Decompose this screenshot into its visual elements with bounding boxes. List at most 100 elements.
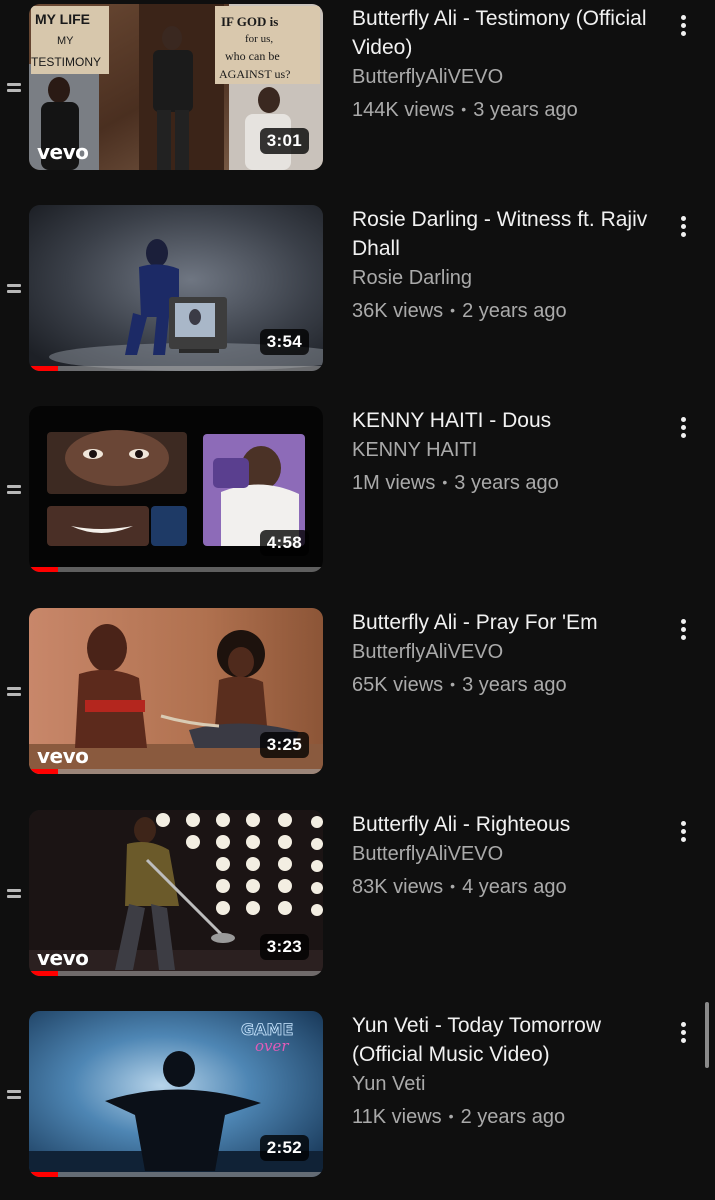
more-dot bbox=[681, 1038, 686, 1043]
playlist-item[interactable]: 4:58 KENNY HAITI - Dous KENNY HAITI 1M v… bbox=[0, 406, 715, 576]
view-count: 1M views bbox=[352, 472, 436, 494]
view-count: 11K views bbox=[352, 1106, 442, 1128]
more-vertical-icon bbox=[681, 821, 686, 826]
playlist-item[interactable]: GAME over 2:52 Yun Veti - Today Tomorrow… bbox=[0, 1011, 715, 1181]
playlist-item[interactable]: 3:54 Rosie Darling - Witness ft. Rajiv D… bbox=[0, 205, 715, 375]
more-options-button[interactable] bbox=[670, 1019, 696, 1049]
video-meta: Butterfly Ali - Pray For 'Em ButterflyAl… bbox=[352, 608, 652, 702]
channel-name[interactable]: KENNY HAITI bbox=[352, 435, 652, 465]
video-title[interactable]: Yun Veti - Today Tomorrow (Official Musi… bbox=[352, 1011, 652, 1069]
sign-text: MY LIFE bbox=[35, 11, 90, 27]
more-options-button[interactable] bbox=[670, 213, 696, 243]
video-meta: KENNY HAITI - Dous KENNY HAITI 1M views •… bbox=[352, 406, 652, 500]
watch-progress-bar bbox=[29, 1172, 323, 1177]
more-options-button[interactable] bbox=[670, 818, 696, 848]
playlist-video-list: MY LIFE MY TESTIMONY IF GOD is for us, w… bbox=[0, 0, 715, 1200]
channel-name[interactable]: Rosie Darling bbox=[352, 263, 652, 293]
video-meta: Rosie Darling - Witness ft. Rajiv Dhall … bbox=[352, 205, 652, 328]
vevo-badge: vevo bbox=[37, 744, 89, 768]
sign-text: AGAINST us? bbox=[219, 67, 290, 81]
view-count: 36K views bbox=[352, 300, 444, 322]
watch-progress-fill bbox=[29, 1172, 59, 1177]
video-meta: Butterfly Ali - Testimony (Official Vide… bbox=[352, 4, 652, 127]
upload-age: 3 years ago bbox=[462, 674, 567, 696]
more-vertical-icon bbox=[681, 15, 686, 20]
more-vertical-icon bbox=[681, 216, 686, 221]
channel-name[interactable]: ButterflyAliVEVO bbox=[352, 62, 652, 92]
more-dot bbox=[681, 829, 686, 834]
watch-progress-fill bbox=[29, 769, 59, 774]
upload-age: 3 years ago bbox=[454, 472, 559, 494]
drag-handle-icon[interactable] bbox=[7, 81, 21, 93]
duration-badge: 2:52 bbox=[259, 1135, 309, 1161]
more-dot bbox=[681, 1030, 686, 1035]
separator-dot-icon: • bbox=[448, 1108, 454, 1124]
more-vertical-icon bbox=[681, 417, 686, 422]
upload-age: 3 years ago bbox=[473, 99, 578, 121]
channel-name[interactable]: Yun Veti bbox=[352, 1069, 652, 1099]
duration-badge: 3:23 bbox=[259, 934, 309, 960]
duration-badge: 3:25 bbox=[259, 732, 309, 758]
video-thumbnail[interactable]: MY LIFE MY TESTIMONY IF GOD is for us, w… bbox=[29, 4, 323, 170]
duration-badge: 4:58 bbox=[259, 530, 309, 556]
video-thumbnail[interactable]: 4:58 bbox=[29, 406, 323, 572]
drag-handle-icon[interactable] bbox=[7, 1088, 21, 1100]
video-thumbnail[interactable]: vevo 3:23 bbox=[29, 810, 323, 976]
more-options-button[interactable] bbox=[670, 414, 696, 444]
duration-badge: 3:54 bbox=[259, 329, 309, 355]
video-title[interactable]: Butterfly Ali - Pray For 'Em bbox=[352, 608, 652, 637]
separator-dot-icon: • bbox=[450, 878, 456, 894]
playlist-item[interactable]: vevo 3:23 Butterfly Ali - Righteous Butt… bbox=[0, 810, 715, 980]
vevo-badge: vevo bbox=[37, 140, 89, 164]
watch-progress-bar bbox=[29, 567, 323, 572]
upload-age: 4 years ago bbox=[462, 876, 567, 898]
view-count: 83K views bbox=[352, 876, 444, 898]
sign-text: for us, bbox=[245, 33, 273, 45]
video-stats: 36K views • 2 years ago bbox=[352, 293, 652, 328]
scrollbar[interactable] bbox=[705, 1002, 709, 1068]
more-dot bbox=[681, 627, 686, 632]
more-options-button[interactable] bbox=[670, 12, 696, 42]
drag-handle-icon[interactable] bbox=[7, 483, 21, 495]
video-thumbnail[interactable]: GAME over 2:52 bbox=[29, 1011, 323, 1177]
sign-text: IF GOD is bbox=[221, 14, 278, 29]
video-title[interactable]: Rosie Darling - Witness ft. Rajiv Dhall bbox=[352, 205, 652, 263]
more-vertical-icon bbox=[681, 1022, 686, 1027]
video-stats: 83K views • 4 years ago bbox=[352, 869, 652, 904]
more-dot bbox=[681, 425, 686, 430]
more-options-button[interactable] bbox=[670, 616, 696, 646]
sign-text: who can be bbox=[225, 49, 280, 63]
video-title[interactable]: Butterfly Ali - Righteous bbox=[352, 810, 652, 839]
video-thumbnail[interactable]: vevo 3:25 bbox=[29, 608, 323, 774]
separator-dot-icon: • bbox=[450, 676, 456, 692]
sign-text: MY bbox=[57, 35, 74, 47]
upload-age: 2 years ago bbox=[460, 1106, 566, 1128]
video-title[interactable]: Butterfly Ali - Testimony (Official Vide… bbox=[352, 4, 652, 62]
drag-handle-icon[interactable] bbox=[7, 887, 21, 899]
watch-progress-fill bbox=[29, 971, 59, 976]
separator-dot-icon: • bbox=[461, 101, 467, 117]
view-count: 65K views bbox=[352, 674, 444, 696]
drag-handle-icon[interactable] bbox=[7, 282, 21, 294]
watch-progress-bar bbox=[29, 971, 323, 976]
sign-text: TESTIMONY bbox=[31, 55, 101, 69]
view-count: 144K views bbox=[352, 99, 455, 121]
playlist-item[interactable]: vevo 3:25 Butterfly Ali - Pray For 'Em B… bbox=[0, 608, 715, 778]
watch-progress-bar bbox=[29, 366, 323, 371]
watch-progress-fill bbox=[29, 567, 59, 572]
video-title[interactable]: KENNY HAITI - Dous bbox=[352, 406, 652, 435]
watch-progress-bar bbox=[29, 769, 323, 774]
upload-age: 2 years ago bbox=[462, 300, 567, 322]
channel-name[interactable]: ButterflyAliVEVO bbox=[352, 839, 652, 869]
more-dot bbox=[681, 224, 686, 229]
video-meta: Butterfly Ali - Righteous ButterflyAliVE… bbox=[352, 810, 652, 904]
more-dot bbox=[681, 232, 686, 237]
video-thumbnail[interactable]: 3:54 bbox=[29, 205, 323, 371]
playlist-item[interactable]: MY LIFE MY TESTIMONY IF GOD is for us, w… bbox=[0, 4, 715, 174]
drag-handle-icon[interactable] bbox=[7, 685, 21, 697]
channel-name[interactable]: ButterflyAliVEVO bbox=[352, 637, 652, 667]
more-dot bbox=[681, 23, 686, 28]
video-stats: 1M views • 3 years ago bbox=[352, 465, 652, 500]
more-vertical-icon bbox=[681, 619, 686, 624]
more-dot bbox=[681, 635, 686, 640]
